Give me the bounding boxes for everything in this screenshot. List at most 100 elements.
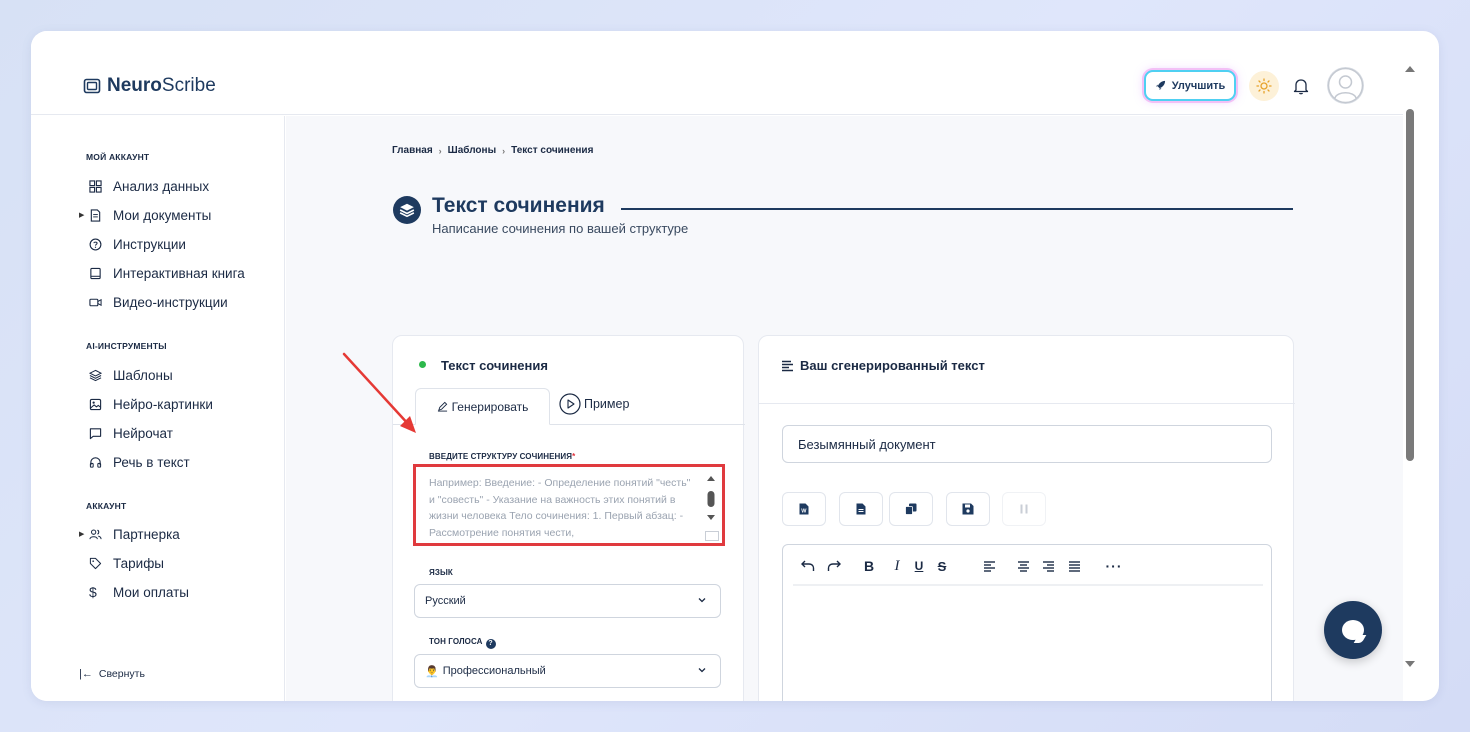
tone-label: ТОН ГОЛОСА? [429,637,496,649]
text-editor[interactable]: B I U S ··· [782,544,1272,701]
collapse-icon: |← [79,668,93,680]
users-icon [89,526,109,542]
sidebar-item-neurochat[interactable]: Нейрочат [79,423,173,443]
scroll-down-icon[interactable] [1405,661,1415,667]
top-bar: NeuroScribe Улучшить [31,31,1403,115]
resize-handle[interactable] [705,531,719,541]
form-card-title: Текст сочинения [441,358,548,373]
chevron-down-icon [698,598,706,603]
pencil-icon [437,401,447,412]
status-dot [419,361,426,368]
align-right-icon[interactable] [1037,555,1059,577]
video-icon [89,294,109,310]
sidebar-item-templates[interactable]: Шаблоны [79,365,173,385]
page-title: Текст сочинения [432,194,605,217]
editor-toolbar: B I U S ··· [797,555,1129,577]
sidebar-item-tariffs[interactable]: Тарифы [79,553,164,573]
sidebar-item-label: Анализ данных [113,178,210,194]
export-word-button[interactable]: W [782,492,826,526]
book-icon [89,265,109,281]
sidebar-section-my-account: МОЙ АККАУНТ [86,152,150,162]
theme-toggle[interactable] [1249,71,1279,101]
save-button[interactable] [946,492,990,526]
chevron-right-icon: › [502,145,506,156]
scroll-up-icon[interactable] [1405,66,1415,72]
language-select[interactable]: Русский [414,584,721,618]
collapse-sidebar-button[interactable]: |← Свернуть [79,668,145,680]
sidebar-section-ai-tools: AI-ИНСТРУМЕНТЫ [86,341,167,351]
tone-select[interactable]: 👨‍💼 Профессиональный [414,654,721,688]
strikethrough-icon[interactable]: S [933,555,951,577]
breadcrumb-templates[interactable]: Шаблоны [448,145,496,156]
sidebar-item-speech-to-text[interactable]: Речь в текст [79,452,190,472]
structure-placeholder: Например: Введение: - Определение поняти… [429,477,691,539]
help-icon[interactable]: ? [485,638,496,649]
svg-text:W: W [801,509,807,515]
document-name-input[interactable]: Безымянный документ [782,425,1272,463]
file-icon [856,503,866,515]
copy-button[interactable] [889,492,933,526]
collapse-label: Свернуть [98,668,145,680]
chat-bubble-icon [1342,620,1364,640]
output-card-title: Ваш сгенерированный текст [800,358,985,373]
redo-icon[interactable] [819,555,849,577]
tab-generate-label: Генерировать [451,399,529,414]
sidebar-item-label: Партнерка [113,526,180,542]
underline-icon[interactable]: U [905,555,933,577]
italic-icon[interactable]: I [889,555,905,577]
logo-icon [83,78,101,94]
sidebar-item-my-payments[interactable]: $ Мои оплаты [79,582,189,602]
notifications-button[interactable] [1288,73,1314,99]
align-justify-icon[interactable] [1059,555,1089,577]
structure-textarea[interactable]: Например: Введение: - Определение поняти… [413,464,725,546]
output-header-divider [759,403,1295,404]
pause-button[interactable] [1002,492,1046,526]
avatar[interactable] [1327,67,1364,104]
tab-generate[interactable]: Генерировать [415,388,550,425]
grid-icon [89,178,109,194]
breadcrumb: Главная › Шаблоны › Текст сочинения [392,145,593,156]
sidebar-section-account: АККАУНТ [86,501,127,511]
structure-label-text: ВВЕДИТЕ СТРУКТУРУ СОЧИНЕНИЯ [429,452,573,461]
sidebar-item-label: Нейро-картинки [113,396,213,412]
chevron-right-icon: › [438,145,442,156]
headphones-icon [89,454,109,470]
tab-example-label: Пример [584,397,630,411]
chat-button[interactable] [1324,601,1382,659]
sidebar-item-partners[interactable]: ▶ Партнерка [79,524,180,544]
user-avatar-icon [1327,67,1364,104]
logo[interactable]: NeuroScribe [83,75,216,97]
form-card: Текст сочинения Генерировать Пример ВВЕД… [392,335,745,701]
align-center-icon[interactable] [1009,555,1037,577]
export-doc-button[interactable] [839,492,883,526]
dollar-icon: $ [89,584,97,600]
main-content: Главная › Шаблоны › Текст сочинения Текс… [286,116,1403,701]
page-scrollbar[interactable] [1403,61,1419,681]
textarea-scrollbar[interactable] [706,475,716,525]
align-left-icon[interactable] [969,555,1009,577]
breadcrumb-home[interactable]: Главная [392,145,433,156]
sidebar-item-instructions[interactable]: Инструкции [79,234,186,254]
sidebar-item-my-documents[interactable]: ▶ Мои документы [79,205,211,225]
sidebar: МОЙ АККАУНТ Анализ данных ▶ Мои документ… [31,116,285,701]
save-icon [962,503,974,515]
sidebar-item-label: Речь в текст [113,454,190,470]
undo-icon[interactable] [797,555,819,577]
chat-icon [89,425,109,441]
tab-example[interactable]: Пример [559,391,629,417]
sidebar-item-interactive-book[interactable]: Интерактивная книга [79,263,245,283]
sidebar-item-label: Интерактивная книга [113,265,245,281]
upgrade-button[interactable]: Улучшить [1144,70,1236,101]
sidebar-item-label: Мои оплаты [113,584,189,600]
sidebar-item-video-instructions[interactable]: Видео-инструкции [79,292,228,312]
word-file-icon: W [799,503,809,515]
breadcrumb-current: Текст сочинения [511,145,594,156]
bold-icon[interactable]: B [849,555,889,577]
sidebar-item-data-analysis[interactable]: Анализ данных [79,176,209,196]
output-card: Ваш сгенерированный текст Безымянный док… [758,335,1295,701]
scroll-thumb[interactable] [1406,109,1414,461]
sidebar-item-neuro-images[interactable]: Нейро-картинки [79,394,213,414]
title-divider [621,208,1293,210]
play-circle-icon [559,393,581,415]
more-icon[interactable]: ··· [1099,555,1129,577]
